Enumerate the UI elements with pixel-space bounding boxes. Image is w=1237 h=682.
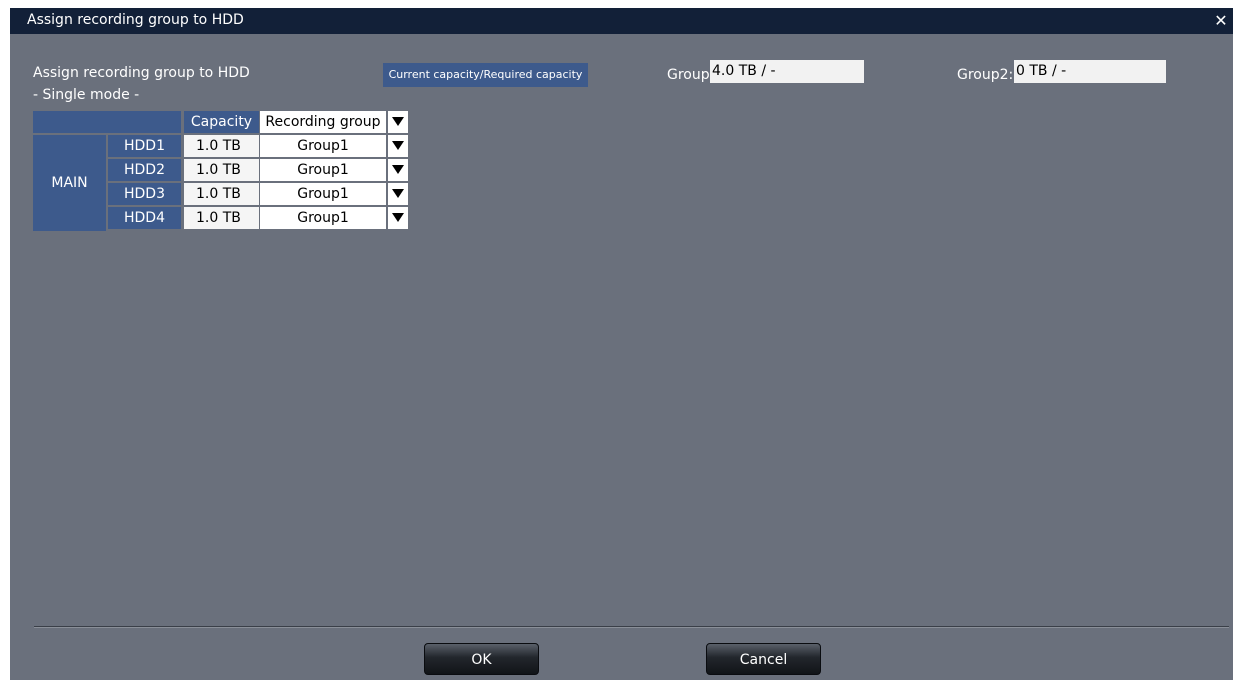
recording-group-select[interactable]: Group1 — [260, 135, 386, 157]
chevron-down-icon[interactable] — [388, 183, 408, 205]
chevron-down-icon[interactable] — [388, 111, 408, 133]
hdd-label: HDD2 — [108, 159, 181, 181]
hdd-capacity: 1.0 TB — [184, 183, 259, 205]
table-corner — [33, 111, 181, 133]
hdd-capacity: 1.0 TB — [184, 135, 259, 157]
dialog-window: Assign recording group to HDD ✕ Assign r… — [10, 8, 1233, 680]
title-bar: Assign recording group to HDD ✕ — [10, 8, 1233, 34]
recording-group-select[interactable]: Group1 — [260, 159, 386, 181]
chevron-down-icon[interactable] — [388, 207, 408, 229]
close-icon[interactable]: ✕ — [1211, 11, 1231, 31]
group1-capacity-field: 4.0 TB / - — [710, 60, 864, 83]
mode-label: - Single mode - — [33, 87, 140, 103]
hdd-label: HDD4 — [108, 207, 181, 229]
capacity-header: Current capacity/Required capacity — [383, 63, 588, 87]
recording-group-header-select[interactable]: Recording group — [260, 111, 386, 133]
hdd-capacity: 1.0 TB — [184, 207, 259, 229]
ok-button[interactable]: OK — [424, 643, 539, 675]
window-title: Assign recording group to HDD — [27, 12, 244, 28]
recording-group-select[interactable]: Group1 — [260, 207, 386, 229]
chevron-down-icon[interactable] — [388, 135, 408, 157]
group2-label: Group2: — [957, 67, 1014, 83]
main-row-group-label: MAIN — [33, 135, 106, 231]
capacity-column-header: Capacity — [184, 111, 259, 133]
footer-divider — [34, 626, 1229, 628]
recording-group-select[interactable]: Group1 — [260, 183, 386, 205]
cancel-button[interactable]: Cancel — [706, 643, 821, 675]
section-title: Assign recording group to HDD — [33, 65, 250, 81]
group2-capacity-field: 0 TB / - — [1014, 60, 1166, 83]
hdd-label: HDD1 — [108, 135, 181, 157]
hdd-label: HDD3 — [108, 183, 181, 205]
hdd-capacity: 1.0 TB — [184, 159, 259, 181]
chevron-down-icon[interactable] — [388, 159, 408, 181]
